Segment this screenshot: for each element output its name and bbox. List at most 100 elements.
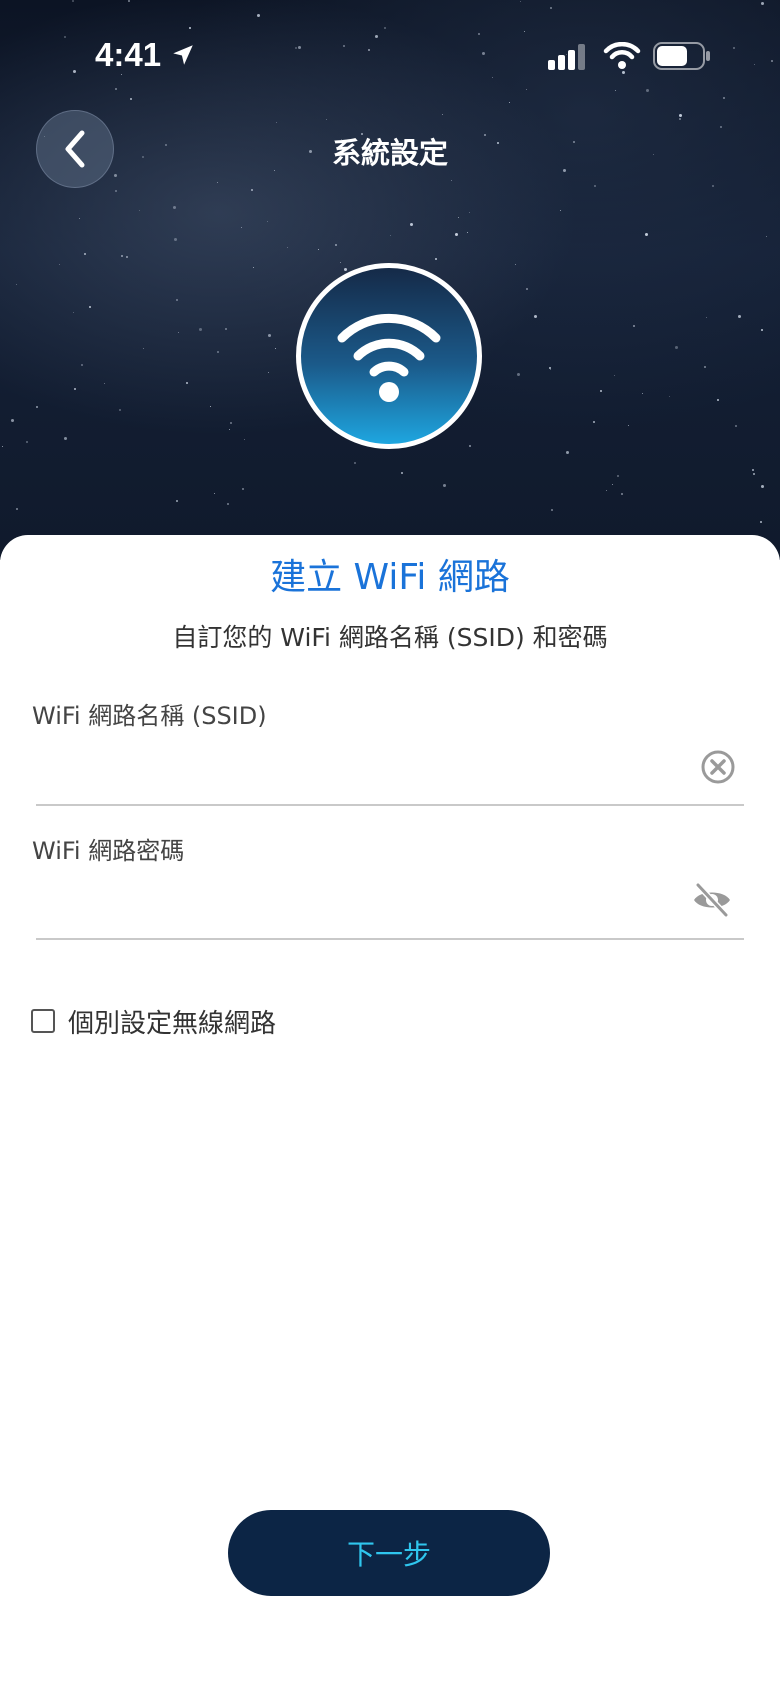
- star: [267, 221, 268, 222]
- star: [173, 206, 176, 209]
- star: [139, 210, 140, 211]
- sheet-title: 建立 WiFi 網路: [270, 557, 510, 598]
- star: [344, 268, 347, 271]
- ssid-input[interactable]: [36, 742, 744, 794]
- star: [760, 521, 762, 523]
- star: [766, 236, 767, 237]
- star: [214, 493, 215, 494]
- star: [287, 247, 288, 248]
- star: [74, 388, 76, 390]
- star: [340, 262, 341, 263]
- page-title: 系統設定: [331, 136, 448, 170]
- star: [318, 249, 319, 250]
- star: [59, 264, 60, 265]
- star: [326, 119, 327, 120]
- star: [645, 233, 648, 236]
- star: [752, 469, 754, 471]
- star: [443, 484, 446, 487]
- ssid-underline: [36, 804, 744, 806]
- star: [633, 325, 635, 327]
- individual-wireless-label: 個別設定無線網路: [68, 1009, 277, 1039]
- star: [115, 190, 117, 192]
- star: [612, 484, 613, 485]
- battery-icon: [653, 42, 710, 70]
- star: [534, 315, 537, 318]
- clear-icon[interactable]: [700, 749, 736, 785]
- star: [549, 367, 551, 369]
- star: [251, 189, 253, 191]
- star: [517, 373, 520, 376]
- star: [720, 126, 722, 128]
- star: [104, 383, 105, 384]
- star: [176, 299, 178, 301]
- star: [178, 332, 179, 333]
- wifi-icon: [337, 313, 441, 402]
- star: [227, 503, 229, 505]
- password-underline: [36, 938, 744, 940]
- status-bar: 4:41: [0, 0, 780, 110]
- star: [738, 315, 741, 318]
- star: [73, 312, 74, 313]
- star: [469, 445, 471, 447]
- individual-wireless-checkbox[interactable]: [31, 1009, 55, 1033]
- star: [276, 122, 277, 123]
- password-input[interactable]: [36, 876, 744, 928]
- star: [455, 233, 458, 236]
- wifi-icon: [603, 42, 641, 69]
- star: [335, 244, 337, 246]
- star: [621, 493, 623, 495]
- sheet-subtitle: 自訂您的 WiFi 網路名稱 (SSID) 和密碼: [172, 623, 608, 652]
- star: [469, 212, 470, 213]
- star: [435, 258, 437, 260]
- star: [126, 256, 128, 258]
- star: [174, 238, 177, 241]
- star: [176, 500, 178, 502]
- signal-icon: [548, 44, 585, 70]
- star: [217, 351, 219, 353]
- star: [26, 441, 28, 443]
- star: [566, 451, 569, 454]
- star: [735, 425, 737, 427]
- star: [244, 439, 245, 440]
- star: [242, 488, 244, 490]
- star: [410, 223, 413, 226]
- star: [550, 369, 551, 370]
- star: [606, 490, 607, 491]
- star: [717, 399, 719, 401]
- location-arrow-icon: [173, 45, 193, 65]
- star: [642, 393, 643, 394]
- star: [230, 422, 232, 424]
- status-time: 4:41: [95, 36, 162, 73]
- next-button[interactable]: 下一步: [228, 1510, 550, 1596]
- star: [551, 509, 553, 511]
- star: [704, 366, 706, 368]
- star: [143, 348, 144, 349]
- star: [600, 390, 602, 392]
- star: [594, 185, 596, 187]
- star: [217, 182, 218, 183]
- star: [241, 227, 242, 228]
- star: [614, 375, 615, 376]
- star: [669, 396, 670, 397]
- star: [401, 472, 403, 474]
- password-label: WiFi 網路密碼: [32, 837, 185, 865]
- star: [199, 328, 202, 331]
- star: [675, 346, 678, 349]
- star: [119, 409, 121, 411]
- star: [64, 437, 67, 440]
- star: [114, 174, 117, 177]
- star: [679, 114, 682, 117]
- star: [268, 334, 271, 337]
- star: [753, 473, 755, 475]
- star: [390, 235, 391, 236]
- star: [2, 446, 3, 447]
- star: [628, 425, 629, 426]
- eye-off-icon[interactable]: [692, 883, 732, 917]
- star: [617, 475, 619, 477]
- star: [451, 180, 452, 181]
- star: [275, 348, 276, 349]
- star: [761, 329, 763, 331]
- star: [79, 218, 80, 219]
- star: [354, 462, 356, 464]
- ssid-label: WiFi 網路名稱 (SSID): [32, 702, 267, 730]
